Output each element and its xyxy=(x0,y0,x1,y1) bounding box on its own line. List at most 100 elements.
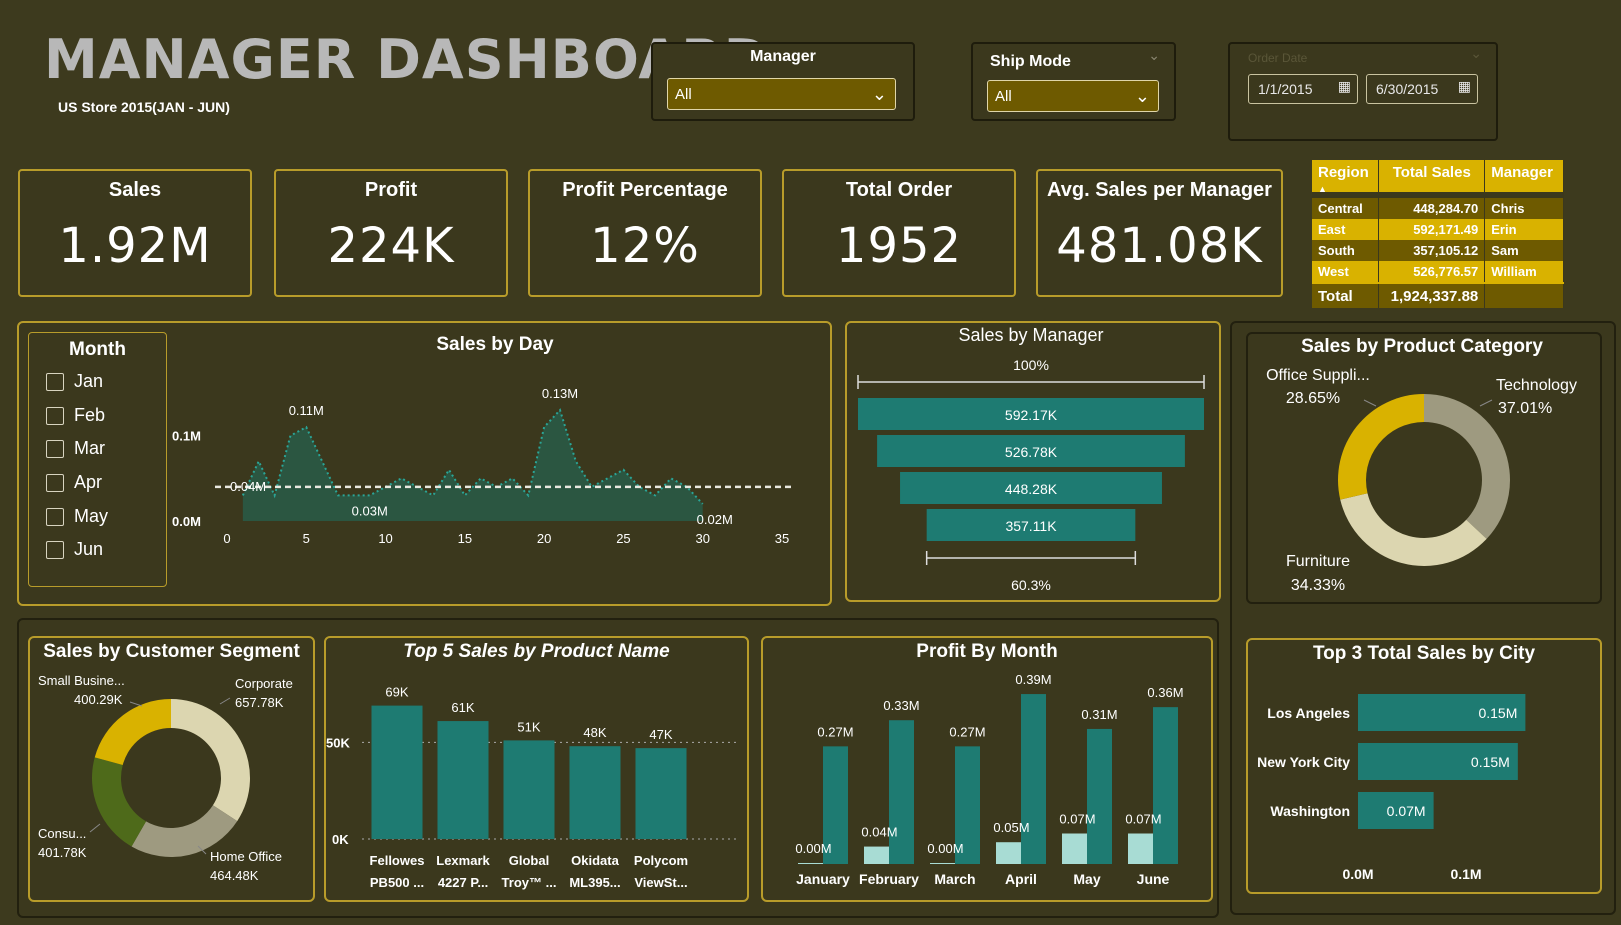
checkbox-icon[interactable] xyxy=(46,440,64,459)
x-tick-label: Polycom xyxy=(634,853,688,868)
y-tick-label: Washington xyxy=(1270,803,1350,819)
table-header[interactable]: Region ▲ xyxy=(1312,160,1380,194)
bar-value-label: 48K xyxy=(583,725,606,740)
bar-value-label: 0.27M xyxy=(949,724,985,739)
chevron-down-icon[interactable]: ⌄ xyxy=(1470,46,1482,62)
month-option-may[interactable]: May xyxy=(46,506,108,527)
funnel-bottom-label: 60.3% xyxy=(1011,577,1051,593)
y-tick-label: 50K xyxy=(326,735,350,750)
segment-name-label: Corporate xyxy=(235,676,293,691)
chart-title: Sales by Manager xyxy=(958,325,1104,345)
checkbox-icon[interactable] xyxy=(46,541,64,560)
x-tick-label: ViewSt... xyxy=(634,875,687,890)
checkbox-icon[interactable] xyxy=(46,407,64,426)
category-name-label: Furniture xyxy=(1286,553,1350,570)
leader-line xyxy=(129,701,143,707)
month-slicer: Month Jan Feb Mar Apr May Jun xyxy=(28,332,167,587)
start-date-input[interactable]: 1/1/2015 ▦ xyxy=(1248,74,1358,104)
ship-mode-dropdown[interactable]: All ⌄ xyxy=(987,80,1159,112)
donut-slice xyxy=(1340,493,1487,566)
bar-value-label: 0.07M xyxy=(1125,812,1161,827)
order-date-slicer: Order Date ⌄ 1/1/2015 ▦ 6/30/2015 ▦ xyxy=(1228,42,1498,141)
x-tick-label: 35 xyxy=(775,531,789,546)
month-option-jun[interactable]: Jun xyxy=(46,539,103,560)
category-name-label: Technology xyxy=(1496,377,1577,394)
kpi-label: Sales xyxy=(108,179,162,201)
ship-mode-slicer: Ship Mode ⌄ All ⌄ xyxy=(971,42,1176,121)
x-tick-label: Lexmark xyxy=(436,853,490,868)
leader-line xyxy=(1363,399,1377,407)
bar-value-label: 0.07M xyxy=(1059,812,1095,827)
checkbox-icon[interactable] xyxy=(46,508,64,527)
sales-by-manager-chart: 100% 592.17K 526.78K 448.28K 357.11K 60.3% xyxy=(857,357,1205,593)
calendar-icon[interactable]: ▦ xyxy=(1338,78,1351,95)
chevron-down-icon[interactable]: ⌄ xyxy=(1148,48,1160,64)
donut-slice xyxy=(91,757,147,847)
bar-small xyxy=(930,863,955,864)
bar xyxy=(371,705,423,839)
category-value-label: 34.33% xyxy=(1291,577,1345,594)
bar-value-label: 0.15M xyxy=(1471,754,1510,770)
bar-value-label: 61K xyxy=(451,700,474,715)
table-row: South 357,105.12 Sam xyxy=(1312,240,1564,261)
page-subtitle: US Store 2015(JAN - JUN) xyxy=(58,99,230,115)
segment-value-label: 464.48K xyxy=(210,868,259,883)
bar xyxy=(437,721,489,839)
kpi-value: 12% xyxy=(590,218,700,274)
x-tick-label: 0.1M xyxy=(1450,866,1481,882)
chart-title: Top 3 Total Sales by City xyxy=(1312,643,1536,664)
table-row: Central 448,284.70 Chris xyxy=(1312,198,1564,219)
table-row: West 526,776.57 William xyxy=(1312,261,1564,283)
x-tick-label: Troy™ ... xyxy=(502,875,557,890)
bar-value-label: 69K xyxy=(385,685,408,700)
bar xyxy=(503,740,555,839)
month-option-apr[interactable]: Apr xyxy=(46,472,102,493)
category-name-label: Office Suppli... xyxy=(1266,367,1370,384)
bar-value-label: 0.39M xyxy=(1015,672,1051,687)
chart-title: Sales by Day xyxy=(436,334,554,355)
end-date-value: 6/30/2015 xyxy=(1376,81,1439,97)
order-date-label: Order Date xyxy=(1248,51,1308,65)
top3-cities-chart: 0.15M Los Angeles 0.15M New York City 0.07M W… xyxy=(1257,694,1526,882)
funnel-top-label: 100% xyxy=(1013,357,1049,373)
x-tick-label: May xyxy=(1073,871,1100,887)
month-option-mar[interactable]: Mar xyxy=(46,438,105,459)
bar-small xyxy=(798,863,823,864)
end-date-input[interactable]: 6/30/2015 ▦ xyxy=(1366,74,1478,104)
chart-title: Sales by Product Category xyxy=(1301,336,1543,357)
checkbox-icon[interactable] xyxy=(46,373,64,392)
table-header[interactable]: Total Sales xyxy=(1378,160,1486,192)
table-header[interactable]: Manager xyxy=(1484,160,1564,192)
x-tick-label: 10 xyxy=(378,531,392,546)
kpi-profit-card: Profit 224K xyxy=(274,169,508,297)
month-slicer-title: Month xyxy=(69,339,126,360)
x-tick-label: 0 xyxy=(223,531,230,546)
bar-value-label: 0.07M xyxy=(1387,803,1426,819)
region-sales-table: Region ▲ Total Sales Manager Central 448,2… xyxy=(1312,160,1564,308)
segment-name-label: Home Office xyxy=(210,849,282,864)
x-tick-label: ML395... xyxy=(569,875,620,890)
bar-large xyxy=(1021,694,1046,864)
month-option-feb[interactable]: Feb xyxy=(46,405,105,426)
funnel-bar-label: 526.78K xyxy=(1005,444,1058,460)
bar-value-label: 0.05M xyxy=(993,820,1029,835)
segment-value-label: 401.78K xyxy=(38,845,87,860)
checkbox-icon[interactable] xyxy=(46,474,64,493)
bar-small xyxy=(1128,833,1153,864)
calendar-icon[interactable]: ▦ xyxy=(1458,78,1471,95)
bar-value-label: 0.00M xyxy=(927,841,963,856)
kpi-profit-percentage-card: Profit Percentage 12% xyxy=(528,169,762,297)
kpi-label: Profit Percentage xyxy=(562,179,728,201)
manager-dropdown[interactable]: All ⌄ xyxy=(667,78,896,110)
leader-line xyxy=(219,697,231,705)
x-tick-label: February xyxy=(859,871,919,887)
data-label: 0.02M xyxy=(697,512,733,527)
x-tick-label: 15 xyxy=(458,531,472,546)
table-row: East 592,171.49 Erin xyxy=(1312,219,1564,240)
kpi-sales-card: Sales 1.92M xyxy=(18,169,252,297)
month-option-jan[interactable]: Jan xyxy=(46,371,103,392)
category-value-label: 28.65% xyxy=(1286,390,1340,407)
profit-by-month-chart: 0.00M 0.27M January 0.04M 0.33M February 0.00M… xyxy=(795,672,1183,887)
x-tick-label: Okidata xyxy=(571,853,619,868)
kpi-label: Total Order xyxy=(845,179,953,201)
